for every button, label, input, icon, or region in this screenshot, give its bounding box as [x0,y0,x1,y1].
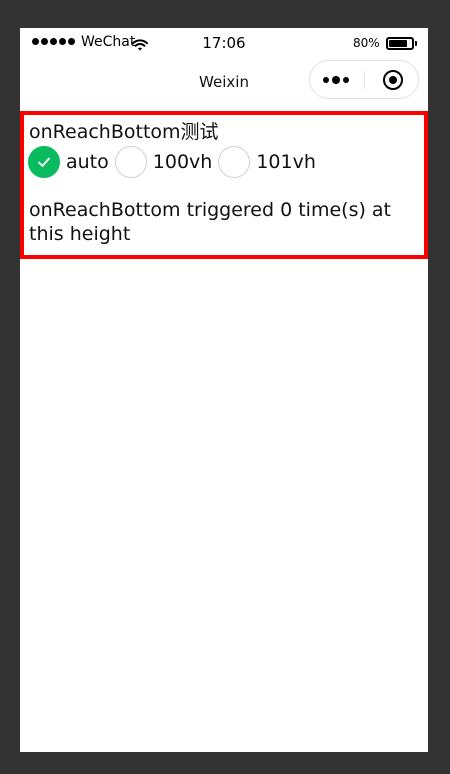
mini-program-capsule [309,60,419,99]
battery-tip [415,41,417,46]
status-bar: WeChat 17:06 80% [20,28,428,58]
radio-label: 101vh [256,151,316,173]
test-panel: onReachBottom测试 auto 100vh 101vh onReach… [20,111,428,259]
radio-circle[interactable] [114,146,147,178]
capsule-divider [364,71,365,89]
battery-percent: 80% [353,36,380,50]
radio-option-101vh[interactable]: 101vh [218,146,316,178]
radio-label: auto [66,151,109,173]
more-icon[interactable] [323,76,349,84]
checkmark-icon [38,157,50,167]
radio-option-100vh[interactable]: 100vh [114,146,213,178]
radio-circle-checked[interactable] [28,146,60,178]
radio-label: 100vh [152,151,213,173]
trigger-count-text: onReachBottom triggered 0 time(s) at thi… [29,199,392,245]
battery-icon [386,37,414,50]
radio-circle[interactable] [218,146,251,178]
radio-option-auto[interactable]: auto [28,146,109,178]
phone-screen: WeChat 17:06 80% Weixin onReachBottom测试 [20,28,428,752]
test-heading: onReachBottom测试 [29,121,219,143]
close-mini-program-icon[interactable] [383,70,403,90]
radio-group: auto 100vh 101vh [28,145,424,179]
